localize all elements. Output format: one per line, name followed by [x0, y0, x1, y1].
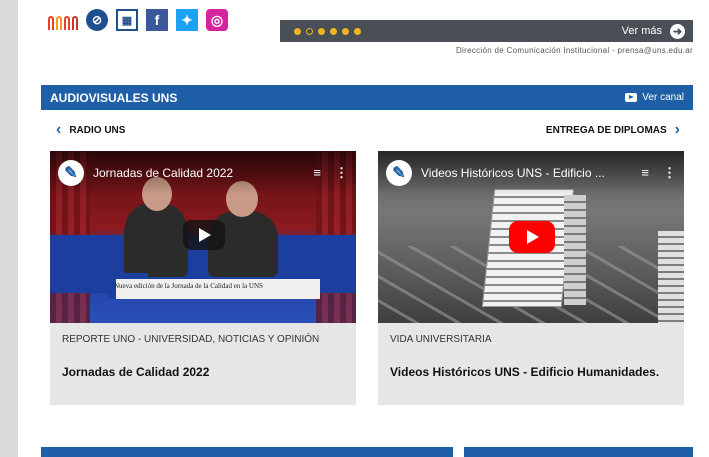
facebook-icon[interactable]: f [146, 9, 168, 31]
video-title[interactable]: Jornadas de Calidad 2022 [93, 166, 233, 180]
arrow-right-icon: ➜ [670, 23, 685, 39]
globe-icon[interactable]: ⊘ [86, 9, 108, 31]
ver-canal-label: Ver canal [642, 92, 684, 103]
video-card: ✎ Videos Históricos UNS - Edificio ... ≡… [378, 151, 684, 405]
chevron-right-icon: › [674, 121, 680, 138]
contact-line: Dirección de Comunicación Institucional … [455, 46, 693, 55]
section-header-events [464, 447, 693, 457]
more-options-icon[interactable]: ⋮ [335, 165, 348, 181]
play-button[interactable] [183, 220, 225, 250]
video-nav: ‹ RADIO UNS ENTREGA DE DIPLOMAS › [56, 121, 680, 139]
instagram-icon[interactable]: ◎ [206, 9, 228, 31]
slider-dot[interactable] [318, 27, 325, 35]
prev-video-link[interactable]: ‹ RADIO UNS [56, 122, 125, 138]
slider-dot[interactable] [306, 27, 313, 35]
lower-third-text: Nueva edición de la Jornada de la Calida… [114, 282, 263, 290]
channel-avatar-icon[interactable]: ✎ [58, 160, 84, 186]
ver-canal-link[interactable]: Ver canal [625, 92, 684, 103]
prev-video-label: RADIO UNS [69, 124, 126, 136]
video-card: Nueva edición de la Jornada de la Calida… [50, 151, 356, 405]
more-options-icon[interactable]: ⋮ [663, 165, 676, 181]
news-slider-bar: Ver más ➜ [280, 20, 693, 42]
slider-dot[interactable] [354, 27, 361, 35]
video-title[interactable]: Videos Históricos UNS - Edificio ... [421, 166, 605, 180]
video-title-bar: ✎ Jornadas de Calidad 2022 ≡ ⋮ [50, 151, 356, 195]
twitter-icon[interactable]: ✦ [176, 9, 198, 31]
uns-logo-icon[interactable] [48, 10, 78, 30]
youtube-play-button[interactable] [509, 221, 555, 253]
video-player[interactable]: ✎ Videos Históricos UNS - Edificio ... ≡… [378, 151, 684, 323]
chevron-left-icon: ‹ [56, 121, 62, 138]
card-title[interactable]: Jornadas de Calidad 2022 [62, 364, 342, 381]
next-video-link[interactable]: ENTREGA DE DIPLOMAS › [546, 122, 680, 138]
card-title[interactable]: Videos Históricos UNS - Edificio Humanid… [390, 364, 670, 381]
social-links: ⊘ ▦ f ✦ ◎ [48, 8, 228, 32]
playlist-icon[interactable]: ≡ [313, 165, 321, 181]
video-player[interactable]: Nueva edición de la Jornada de la Calida… [50, 151, 356, 323]
slider-dot[interactable] [294, 27, 301, 35]
section-header: AUDIOVISUALES UNS Ver canal [41, 85, 693, 110]
ver-mas-label: Ver más [621, 25, 662, 37]
ver-mas-link[interactable]: Ver más ➜ [621, 23, 685, 39]
youtube-icon [625, 93, 638, 102]
slider-dot[interactable] [342, 27, 349, 35]
card-category[interactable]: REPORTE UNO - UNIVERSIDAD, NOTICIAS Y OP… [62, 334, 319, 345]
left-page-rail [0, 0, 18, 457]
slider-dots [294, 27, 361, 35]
slider-dot[interactable] [330, 27, 337, 35]
channel-avatar-icon[interactable]: ✎ [386, 160, 412, 186]
playlist-icon[interactable]: ≡ [641, 165, 649, 181]
school-icon[interactable]: ▦ [116, 9, 138, 31]
section-header-images [41, 447, 453, 457]
section-title: AUDIOVISUALES UNS [50, 90, 178, 105]
video-title-bar: ✎ Videos Históricos UNS - Edificio ... ≡… [378, 151, 684, 195]
card-category[interactable]: VIDA UNIVERSITARIA [390, 334, 492, 345]
next-video-label: ENTREGA DE DIPLOMAS [545, 124, 667, 136]
